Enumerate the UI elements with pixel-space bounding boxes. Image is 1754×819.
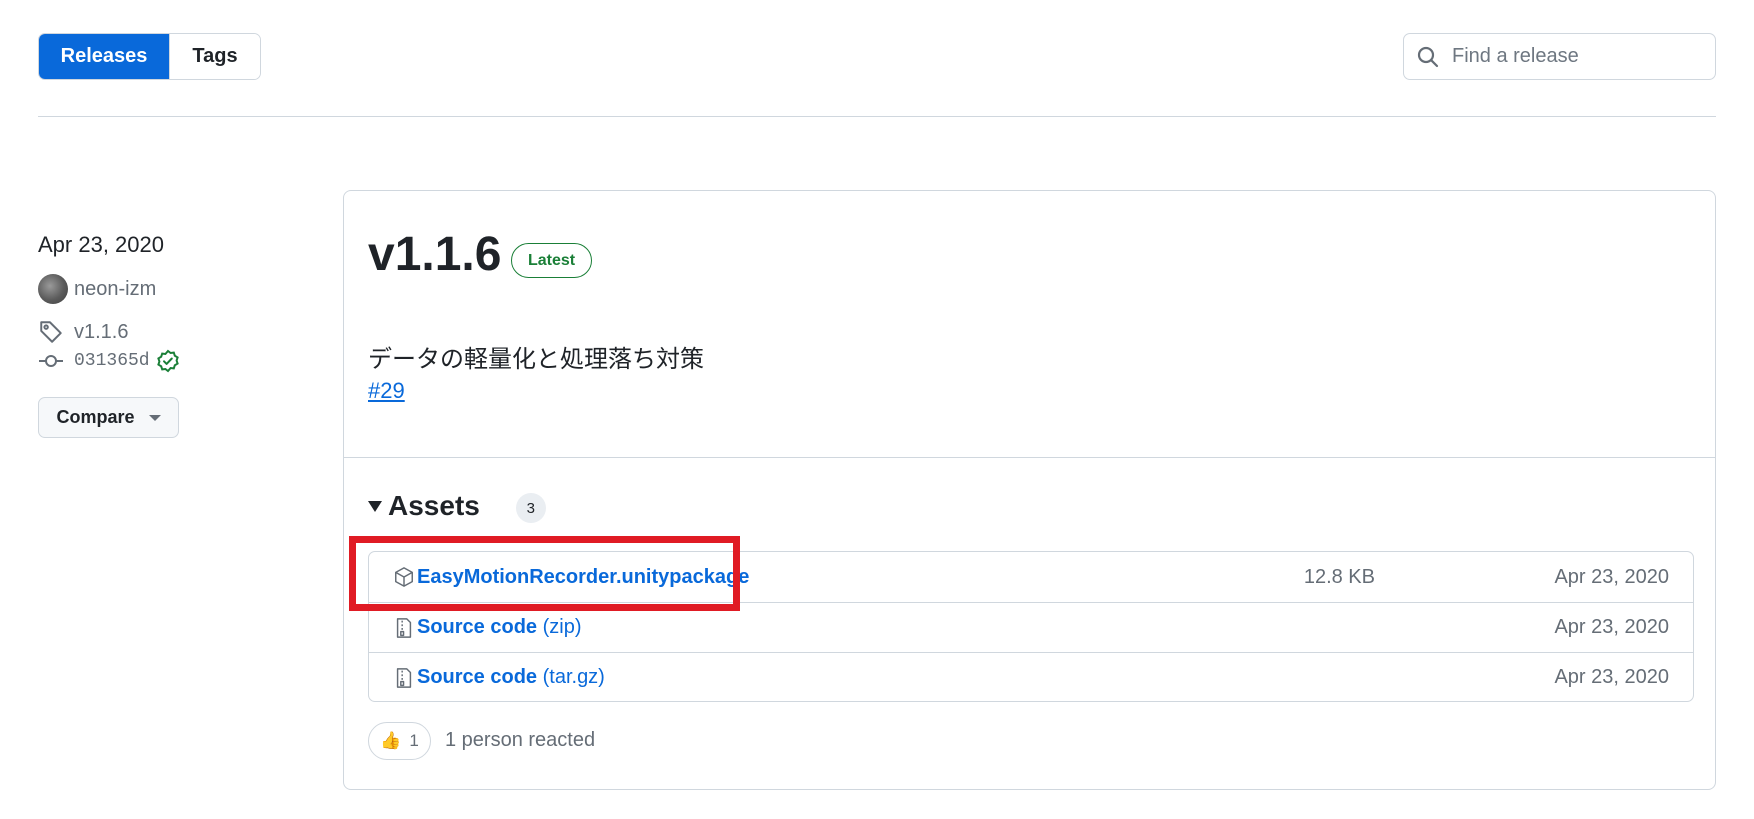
asset-format: (zip)	[542, 616, 582, 638]
release-date: Apr 23, 2020	[38, 232, 164, 257]
asset-name: Source code	[417, 666, 538, 688]
asset-date: Apr 23, 2020	[1554, 565, 1669, 588]
reaction-count: 1	[409, 731, 419, 750]
triangle-down-icon	[368, 500, 382, 512]
latest-badge: Latest	[511, 243, 593, 278]
tag-link[interactable]: v1.1.6	[74, 321, 128, 344]
asset-row: Source code (tar.gz) Apr 23, 2020	[369, 652, 1693, 702]
asset-format: (tar.gz)	[542, 666, 605, 688]
compare-label: Compare	[56, 407, 135, 427]
assets-count: 3	[515, 493, 546, 523]
reaction-summary: 1 person reacted	[445, 729, 596, 751]
avatar[interactable]	[38, 274, 68, 304]
commit-icon	[39, 355, 63, 367]
commit-link[interactable]: 031365d	[74, 351, 150, 371]
tag-row: v1.1.6	[38, 319, 128, 345]
asset-date: Apr 23, 2020	[1554, 666, 1669, 688]
release-card: v1.1.6 Latest データの軽量化と処理落ち対策 #29 Assets …	[343, 190, 1716, 790]
asset-link[interactable]: Source code (zip)	[417, 616, 582, 639]
thumbs-up-icon: 👍	[380, 731, 402, 750]
author-row: neon-izm	[38, 274, 156, 304]
release-tag-tabs: Releases Tags	[38, 33, 261, 80]
search-input[interactable]	[1452, 45, 1702, 68]
highlight-box	[349, 536, 740, 611]
compare-button[interactable]: Compare	[38, 397, 179, 438]
assets-title: Assets	[388, 490, 480, 521]
asset-link[interactable]: Source code (tar.gz)	[417, 666, 605, 689]
file-zip-icon	[396, 617, 412, 638]
verified-icon[interactable]	[156, 349, 180, 373]
tab-tags[interactable]: Tags	[169, 34, 260, 79]
assets-toggle[interactable]: Assets 3	[368, 489, 546, 523]
release-description: データの軽量化と処理落ち対策	[368, 346, 704, 373]
tag-icon	[40, 321, 62, 343]
thumbs-up-reaction-button[interactable]: 👍 1	[368, 722, 431, 760]
card-divider	[344, 457, 1715, 458]
pull-request-link[interactable]: #29	[368, 378, 405, 404]
chevron-down-icon	[148, 414, 161, 421]
asset-size: 12.8 KB	[1303, 565, 1375, 588]
search-icon	[1417, 46, 1439, 67]
file-zip-icon	[396, 667, 412, 688]
release-title[interactable]: v1.1.6	[368, 227, 501, 282]
header-divider	[38, 116, 1716, 117]
author-link[interactable]: neon-izm	[74, 278, 156, 301]
asset-date: Apr 23, 2020	[1554, 616, 1669, 638]
asset-name: Source code	[417, 616, 538, 638]
tab-releases[interactable]: Releases	[39, 34, 169, 79]
release-search	[1403, 33, 1716, 80]
commit-row: 031365d	[38, 349, 180, 373]
